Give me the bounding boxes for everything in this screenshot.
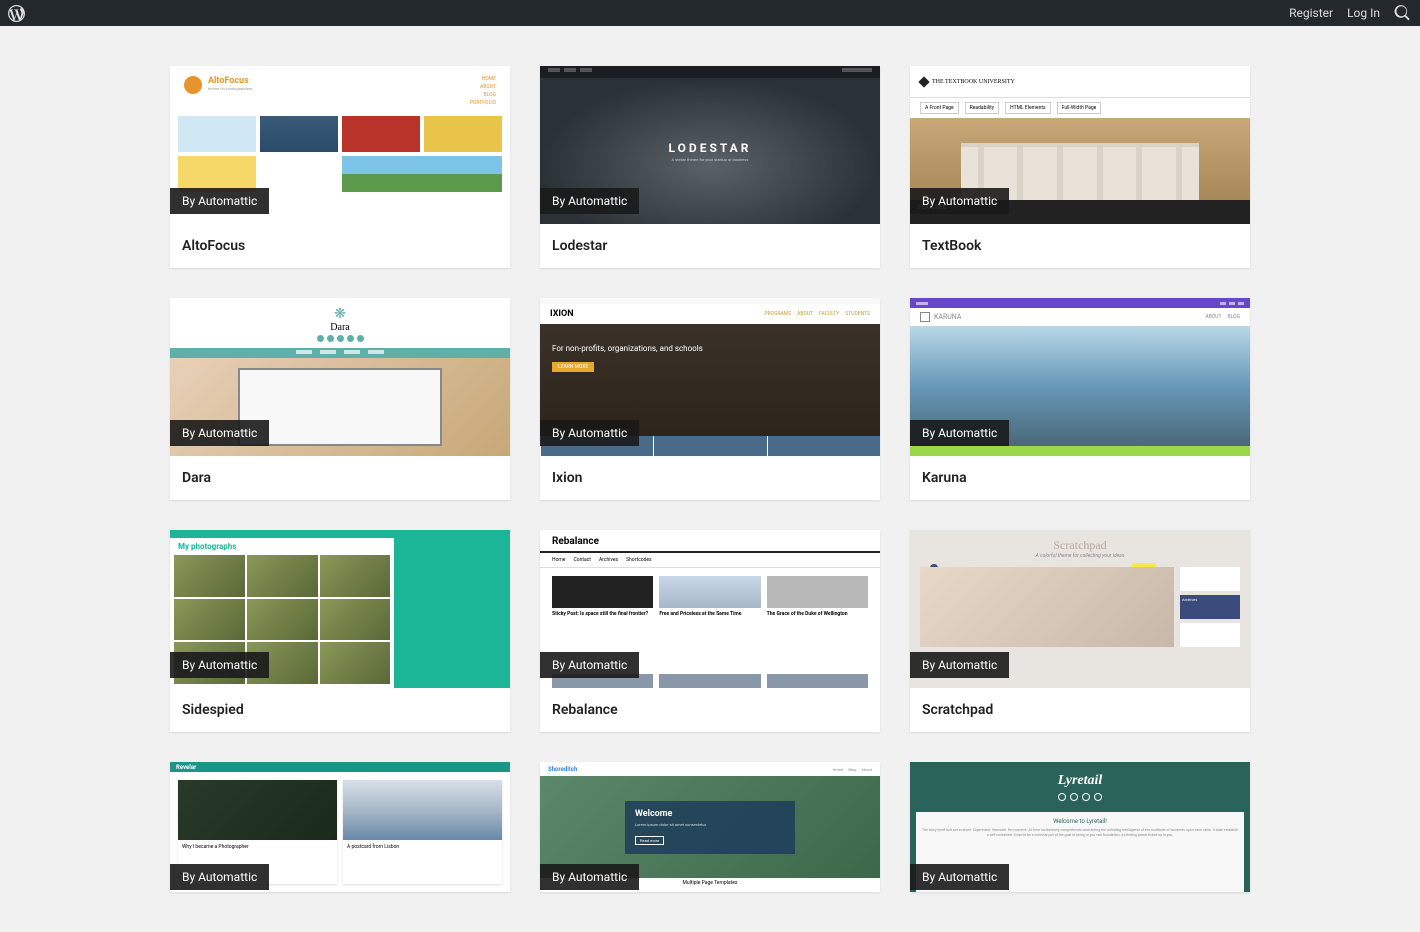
- theme-card-dara[interactable]: ❋ Dara By Automattic Dara: [170, 298, 510, 500]
- author-badge: By Automattic: [540, 864, 639, 890]
- theme-name: Scratchpad: [910, 688, 1250, 732]
- author-badge: By Automattic: [170, 864, 269, 890]
- preview-logo: Shoreditch: [548, 766, 577, 773]
- preview-logo: Rebalance: [552, 536, 868, 547]
- theme-card-altofocus[interactable]: AltoFocus theme for photographers HOME A…: [170, 66, 510, 268]
- admin-bar-left: [8, 5, 25, 22]
- theme-card-scratchpad[interactable]: Scratchpad A colorful theme for collecti…: [910, 530, 1250, 732]
- preview-title: Lyretail: [1058, 773, 1103, 789]
- preview-logo: AltoFocus: [208, 76, 252, 86]
- wordpress-logo-icon[interactable]: [8, 5, 25, 22]
- preview-logo: THE TEXTBOOK UNIVERSITY: [932, 79, 1015, 85]
- theme-name: Lodestar: [540, 224, 880, 268]
- preview-logo: IXION: [550, 309, 574, 319]
- author-badge: By Automattic: [910, 420, 1009, 446]
- preview-logo: Revelar: [176, 764, 196, 771]
- theme-screenshot: AltoFocus theme for photographers HOME A…: [170, 66, 510, 224]
- theme-screenshot: My photographs By Automattic: [170, 530, 510, 688]
- theme-card-karuna[interactable]: KARUNA ABOUTBLOG By Automattic Karuna: [910, 298, 1250, 500]
- theme-card-lyretail[interactable]: Lyretail Welcome to Lyretail! The story …: [910, 762, 1250, 892]
- theme-name: Ixion: [540, 456, 880, 500]
- theme-card-ixion[interactable]: IXION PROGRAMSABOUTFACULTYSTUDENTS For n…: [540, 298, 880, 500]
- login-link[interactable]: Log In: [1347, 6, 1380, 20]
- theme-card-sidespied[interactable]: My photographs By Automattic Sidespied: [170, 530, 510, 732]
- theme-screenshot: Rebalance HomeContactArchivesShortcodes …: [540, 530, 880, 688]
- theme-name: TextBook: [910, 224, 1250, 268]
- theme-screenshot: KARUNA ABOUTBLOG By Automattic: [910, 298, 1250, 456]
- themes-grid: AltoFocus theme for photographers HOME A…: [170, 26, 1250, 932]
- author-badge: By Automattic: [170, 652, 269, 678]
- theme-screenshot: Shoreditch HomeBlogAbout Welcome Lorem i…: [540, 762, 880, 892]
- author-badge: By Automattic: [540, 188, 639, 214]
- author-badge: By Automattic: [170, 188, 269, 214]
- theme-card-lodestar[interactable]: LODESTAR A stellar theme for your startu…: [540, 66, 880, 268]
- author-badge: By Automattic: [910, 188, 1009, 214]
- theme-card-revelar[interactable]: Revelar Why I became a Photographer A po…: [170, 762, 510, 892]
- preview-subtitle: A colorful theme for collecting your ide…: [920, 553, 1240, 559]
- author-badge: By Automattic: [910, 864, 1009, 890]
- preview-title: LODESTAR: [669, 141, 752, 155]
- preview-button: LEARN MORE: [552, 362, 594, 372]
- theme-screenshot: Scratchpad A colorful theme for collecti…: [910, 530, 1250, 688]
- author-badge: By Automattic: [540, 652, 639, 678]
- theme-screenshot: Lyretail Welcome to Lyretail! The story …: [910, 762, 1250, 892]
- search-icon[interactable]: [1394, 4, 1412, 22]
- preview-title: Scratchpad: [920, 538, 1240, 553]
- theme-screenshot: ❋ Dara By Automattic: [170, 298, 510, 456]
- preview-title: My photographs: [170, 538, 394, 555]
- admin-bar-right: Register Log In: [1289, 4, 1412, 22]
- theme-screenshot: LODESTAR A stellar theme for your startu…: [540, 66, 880, 224]
- preview-hero: For non-profits, organizations, and scho…: [552, 344, 742, 353]
- author-badge: By Automattic: [910, 652, 1009, 678]
- preview-logo: Dara: [170, 322, 510, 333]
- preview-logo: KARUNA: [934, 313, 961, 321]
- theme-card-shoreditch[interactable]: Shoreditch HomeBlogAbout Welcome Lorem i…: [540, 762, 880, 892]
- theme-name: AltoFocus: [170, 224, 510, 268]
- theme-screenshot: Revelar Why I became a Photographer A po…: [170, 762, 510, 892]
- author-badge: By Automattic: [170, 420, 269, 446]
- register-link[interactable]: Register: [1289, 6, 1333, 20]
- theme-name: Dara: [170, 456, 510, 500]
- theme-card-rebalance[interactable]: Rebalance HomeContactArchivesShortcodes …: [540, 530, 880, 732]
- theme-name: Karuna: [910, 456, 1250, 500]
- admin-bar: Register Log In: [0, 0, 1420, 26]
- theme-screenshot: IXION PROGRAMSABOUTFACULTYSTUDENTS For n…: [540, 298, 880, 456]
- author-badge: By Automattic: [540, 420, 639, 446]
- theme-name: Sidespied: [170, 688, 510, 732]
- theme-name: Rebalance: [540, 688, 880, 732]
- theme-screenshot: THE TEXTBOOK UNIVERSITY A Front Page Rea…: [910, 66, 1250, 224]
- theme-card-textbook[interactable]: THE TEXTBOOK UNIVERSITY A Front Page Rea…: [910, 66, 1250, 268]
